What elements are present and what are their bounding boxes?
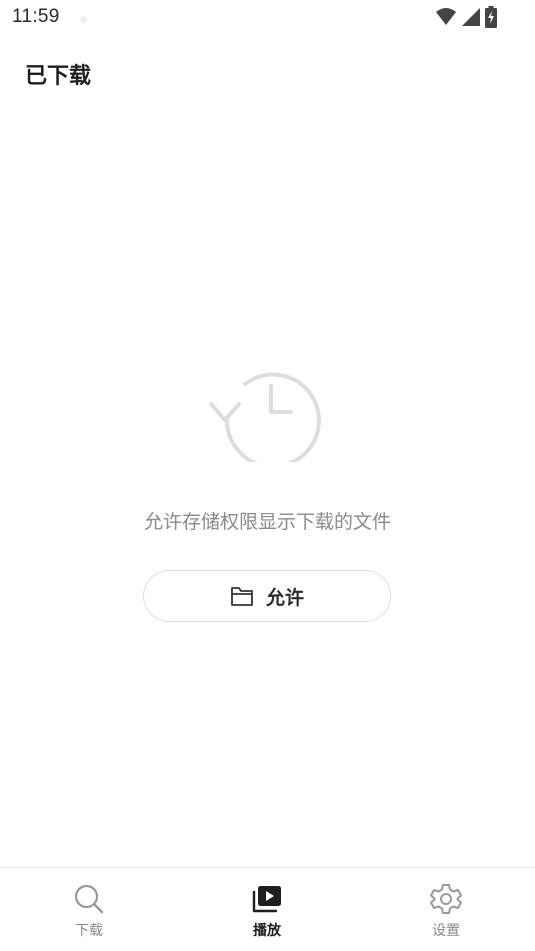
allow-permission-button[interactable]: 允许 — [143, 570, 391, 622]
play-library-icon — [252, 886, 281, 913]
notification-dot-icon — [80, 16, 87, 23]
wifi-icon — [436, 8, 456, 25]
status-icons — [435, 6, 497, 28]
bottom-navigation: 下载 播放 设置 — [0, 867, 535, 951]
status-bar: 11:59 — [0, 0, 535, 36]
nav-label-download: 下载 — [75, 923, 103, 939]
screen: 11:59 已下载 允许存储权限显示下载的文件 允许 下载 播放 设置 — [0, 0, 535, 951]
allow-button-label: 允许 — [265, 586, 304, 609]
page-title: 已下载 — [25, 64, 92, 89]
history-clock-icon — [209, 372, 321, 462]
empty-state-message: 允许存储权限显示下载的文件 — [143, 511, 391, 533]
nav-item-settings[interactable]: 设置 — [386, 868, 506, 951]
signal-icon — [462, 8, 480, 26]
status-time: 11:59 — [12, 6, 60, 27]
nav-label-settings: 设置 — [432, 923, 460, 939]
battery-charging-icon — [485, 6, 497, 28]
gear-icon — [430, 884, 462, 914]
search-icon — [74, 884, 104, 914]
nav-label-play: 播放 — [253, 923, 281, 939]
nav-item-download[interactable]: 下载 — [29, 868, 149, 951]
folder-icon — [231, 587, 253, 606]
nav-item-play[interactable]: 播放 — [207, 868, 327, 951]
